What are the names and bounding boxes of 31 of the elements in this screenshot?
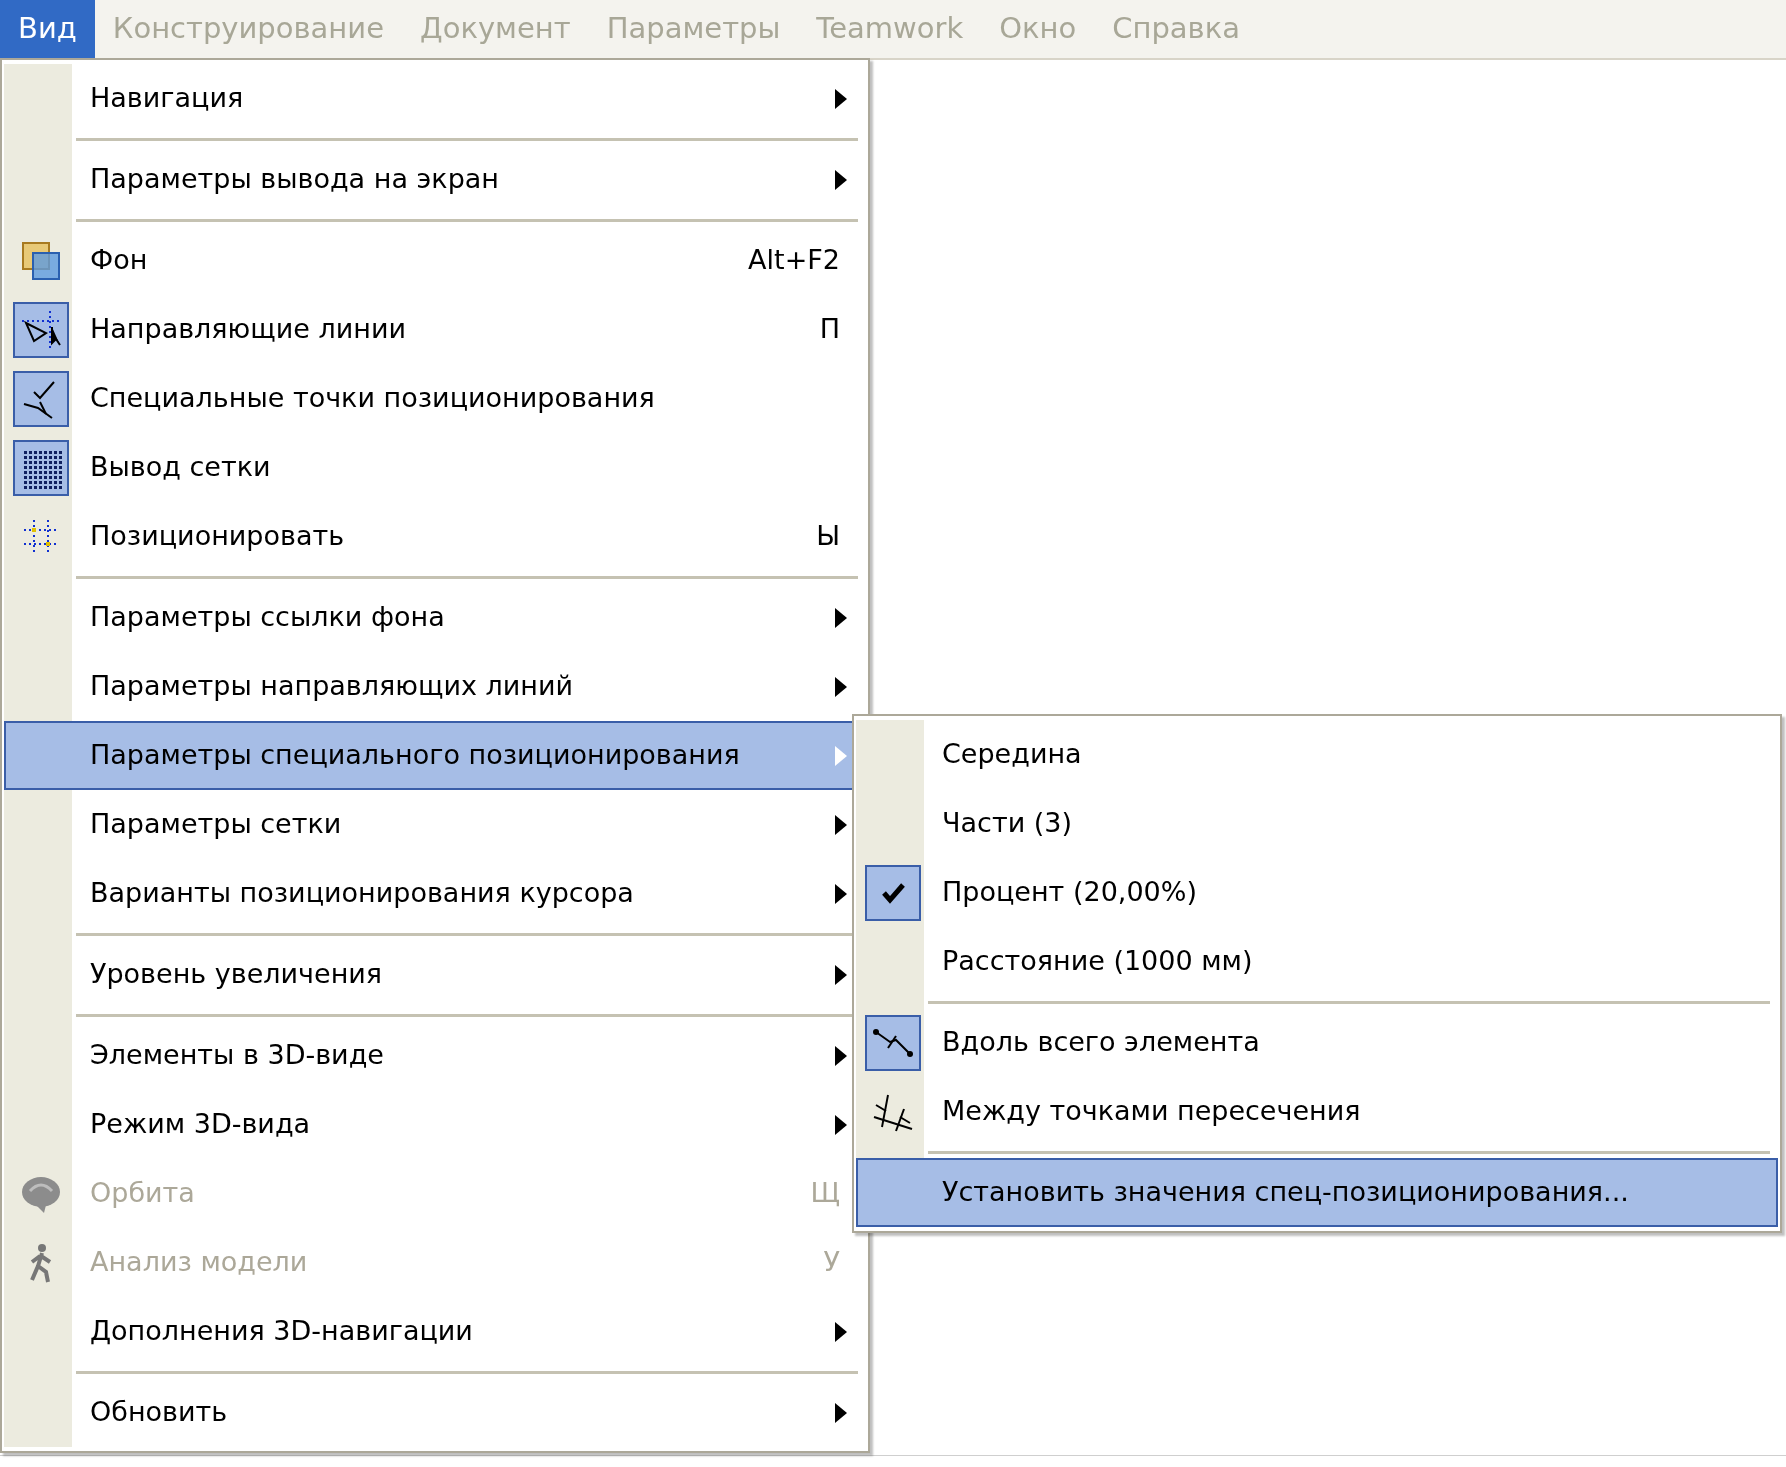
submenu-arrow-icon	[834, 606, 848, 629]
menu-item[interactable]: Фон Alt+F2	[4, 226, 866, 295]
menu-item[interactable]: Параметры направляющих линий	[4, 652, 866, 721]
submenu-arrow-icon	[834, 744, 848, 767]
shortcut-label: У	[823, 1245, 840, 1280]
menu-item[interactable]: Дополнения 3D-навигации	[4, 1297, 866, 1366]
menu-item[interactable]: Вывод сетки	[4, 433, 866, 502]
submenu-arrow-icon	[834, 813, 848, 836]
menu-item[interactable]: Позиционировать Ы	[4, 502, 866, 571]
submenu-arrow-icon	[834, 882, 848, 905]
submenu-arrow-icon	[834, 1401, 848, 1424]
submenu-arrow-icon	[834, 963, 848, 986]
shortcut-label: Щ	[810, 1176, 840, 1211]
submenu-arrow-icon	[834, 675, 848, 698]
submenu-arrow-icon	[834, 168, 848, 191]
shortcut-label: Ы	[816, 519, 840, 554]
shortcut-label: Alt+F2	[748, 243, 840, 278]
menu-item[interactable]: Специальные точки позиционирования	[4, 364, 866, 433]
submenu-arrow-icon	[834, 1113, 848, 1136]
menu-bar-item[interactable]: Вид	[0, 0, 95, 58]
submenu-arrow-icon	[834, 1320, 848, 1343]
menu-item[interactable]: Обновить	[4, 1378, 866, 1447]
menu-item[interactable]: Навигация	[4, 64, 866, 133]
guide-lines-icon	[20, 308, 62, 351]
submenu-arrow-icon	[834, 1044, 848, 1067]
submenu-arrow-icon	[834, 87, 848, 110]
menu-item[interactable]: Направляющие линии П	[4, 295, 866, 364]
shortcut-label: П	[819, 312, 840, 347]
menu-item[interactable]: Установить значения спец-позиционирования...	[856, 1158, 1778, 1227]
menu-item[interactable]: Параметры вывода на экран	[4, 145, 866, 214]
menu-item[interactable]: Параметры ссылки фона	[4, 583, 866, 652]
